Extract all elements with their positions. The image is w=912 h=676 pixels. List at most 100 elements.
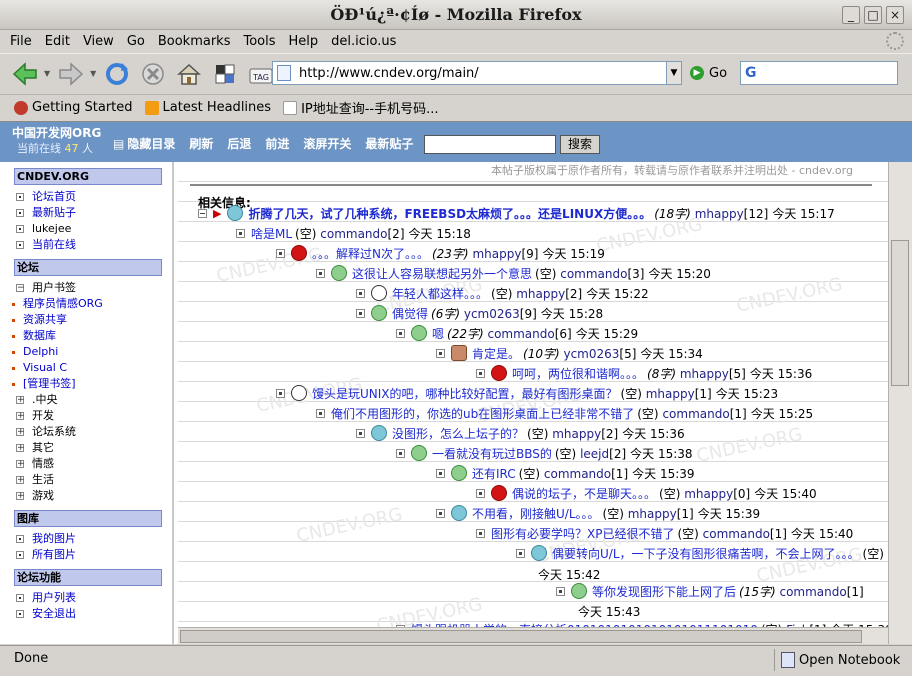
expand-icon[interactable]: + [16,412,25,421]
post-author[interactable]: commando [703,527,770,541]
horizontal-scrollbar[interactable] [178,627,888,644]
latest-posts-link[interactable]: 最新贴子 [365,135,413,152]
search-input[interactable]: G [740,61,898,85]
menu-go[interactable]: Go [127,34,145,49]
site-name[interactable]: 中国开发网ORG [12,126,101,141]
back-link[interactable]: 后退 [227,135,251,152]
post-author[interactable]: ycm0263 [563,347,619,361]
post-author[interactable]: commando [662,407,729,421]
sidebar-item[interactable]: 程序员情感ORG [0,296,170,312]
bookmark-getting-started[interactable]: Getting Started [14,100,133,115]
sidebar-divider[interactable] [172,162,174,644]
menu-view[interactable]: View [83,34,114,49]
sidebar-item[interactable]: + 论坛系统 [0,424,170,440]
sidebar-item[interactable]: Delphi [0,344,170,360]
expand-icon[interactable]: + [16,428,25,437]
sidebar-item[interactable]: + 游戏 [0,488,170,504]
post-author[interactable]: commando [544,467,611,481]
url-dropdown-button[interactable]: ▼ [666,61,682,85]
back-history-dropdown[interactable]: ▼ [44,69,50,78]
go-button[interactable]: ▶ Go [690,63,727,83]
vertical-scroll-thumb[interactable] [891,240,909,386]
post-author[interactable]: leejd [580,447,609,461]
post-title-link[interactable]: 等你发现图形下能上网了后 [592,583,736,600]
post-title-link[interactable]: 偶要转向U/L，一下子没有图形很痛苦啊，不会上网了。。。 [552,545,860,562]
sidebar-item[interactable]: 资源共享 [0,312,170,328]
sidebar-item[interactable]: − 用户书签 [0,280,170,296]
expand-icon[interactable]: + [16,492,25,501]
sidebar-item[interactable]: 论坛首页 [0,189,170,205]
back-button[interactable] [8,57,42,91]
refresh-link[interactable]: 刷新 [189,135,213,152]
sidebar-item[interactable]: 用户列表 [0,590,170,606]
post-author[interactable]: commando [560,267,627,281]
menu-tools[interactable]: Tools [243,34,275,49]
post-title-link[interactable]: 嗯 [432,325,444,342]
post-title-link[interactable]: 没图形，怎么上坛子的？ [392,425,524,442]
minimize-button[interactable]: _ [842,6,860,24]
post-author[interactable]: mhappy [684,487,733,501]
post-title-link[interactable]: 折腾了几天，试了几种系统，FREEBSD太麻烦了。。。还是LINUX方便。。。 [248,205,651,222]
expand-icon[interactable]: + [16,444,25,453]
post-title-link[interactable]: 一看就没有玩过BBS的 [432,445,552,462]
post-author[interactable]: ycm0263 [464,307,520,321]
post-title-link[interactable]: 不用看，刚接触U/L。。。 [472,505,600,522]
post-author[interactable]: mhappy [695,207,744,221]
sidebar-item[interactable]: + 其它 [0,440,170,456]
post-author[interactable]: mhappy [680,367,729,381]
sidebar-item[interactable]: 数据库 [0,328,170,344]
site-search-button[interactable]: 搜索 [560,135,600,154]
sidebar-item[interactable]: + 开发 [0,408,170,424]
post-title-link[interactable]: 年轻人都这样。。。 [392,285,488,302]
hide-directory-link[interactable]: 隐藏目录 [113,135,175,152]
bookmark-ip-lookup[interactable]: IP地址查询--手机号码... [283,98,439,117]
expand-icon[interactable]: + [16,476,25,485]
url-input[interactable]: http://www.cndev.org/main/ [272,61,667,85]
post-author[interactable]: commando [779,585,846,599]
menu-file[interactable]: File [10,34,32,49]
sidebar-item[interactable]: + .中央 [0,392,170,408]
switch-button[interactable] [208,57,242,91]
menu-bookmarks[interactable]: Bookmarks [158,34,231,49]
bookmark-latest-headlines[interactable]: Latest Headlines [144,100,271,115]
sidebar-item[interactable]: 所有图片 [0,547,170,563]
menu-help[interactable]: Help [289,34,319,49]
post-title-link[interactable]: 啥是ML [251,225,292,242]
collapse-icon[interactable]: − [16,284,25,293]
sidebar-item[interactable]: 安全退出 [0,606,170,622]
post-title-link[interactable]: 馒头是玩UNIX的吧，哪种比较好配置，最好有图形桌面？ [312,385,618,402]
sidebar-item[interactable]: + 生活 [0,472,170,488]
home-button[interactable] [172,57,206,91]
sidebar-item[interactable]: [管理书签] [0,376,170,392]
post-title-link[interactable]: 俺们不用图形的，你选的ub在图形桌面上已经非常不错了 [331,405,634,422]
reload-button[interactable] [100,57,134,91]
maximize-button[interactable]: □ [864,6,882,24]
post-author[interactable]: commando [487,327,554,341]
post-title-link[interactable]: 这很让人容易联想起另外一个意思 [352,265,532,282]
site-search-input[interactable] [424,135,556,154]
sidebar-item[interactable]: Visual C [0,360,170,376]
collapse-icon[interactable] [198,208,207,218]
menu-edit[interactable]: Edit [45,34,70,49]
post-title-link[interactable]: 。。。解释过N次了。。。 [312,245,429,262]
forward-link[interactable]: 前进 [265,135,289,152]
post-title-link[interactable]: 还有IRC [472,465,516,482]
menu-delicious[interactable]: del.icio.us [331,34,396,49]
post-title-link[interactable]: 呵呵，两位很和谐啊。。。 [512,365,644,382]
post-author[interactable]: mhappy [472,247,521,261]
stop-button[interactable] [136,57,170,91]
vertical-scrollbar[interactable] [888,162,912,644]
post-author[interactable]: mhappy [646,387,695,401]
post-title-link[interactable]: 图形有必要学吗？XP已经很不错了 [491,525,674,542]
sidebar-item[interactable]: + 情感 [0,456,170,472]
forward-button[interactable] [54,57,88,91]
post-author[interactable]: mhappy [628,507,677,521]
sidebar-item[interactable]: lukejee [0,221,170,237]
post-title-link[interactable]: 肯定是。 [472,345,520,362]
expand-icon[interactable]: + [16,396,25,405]
sidebar-item[interactable]: 最新贴子 [0,205,170,221]
horizontal-scroll-thumb[interactable] [180,630,862,643]
post-title-link[interactable]: 偶觉得 [392,305,428,322]
sidebar-item[interactable]: 我的图片 [0,531,170,547]
scroll-toggle-link[interactable]: 滚屏开关 [303,135,351,152]
